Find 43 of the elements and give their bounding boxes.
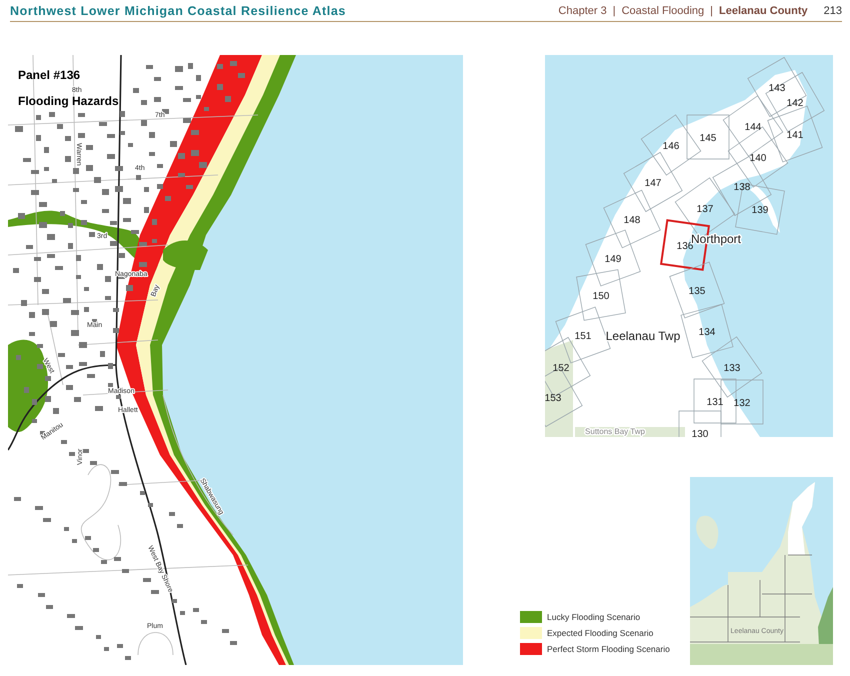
panel-outline[interactable]	[712, 156, 772, 216]
panel-number: 136	[676, 241, 694, 252]
panel-number: 151	[574, 331, 592, 342]
panel-number: 131	[706, 397, 724, 408]
panel-title: Panel #136	[18, 68, 80, 82]
panel-number: 133	[724, 363, 740, 374]
place-label: Suttons Bay Twp	[585, 427, 645, 436]
panel-number: 141	[786, 130, 804, 141]
breadcrumb-item: Coastal Flooding	[622, 4, 704, 16]
map-subtitle: Flooding Hazards	[18, 94, 119, 108]
panel-number: 150	[592, 291, 610, 302]
page-number: 213	[824, 4, 842, 16]
breadcrumb-item: Chapter 3	[558, 4, 607, 16]
panel-number: 142	[786, 98, 804, 109]
panel-outline[interactable]	[669, 262, 725, 318]
panel-number: 132	[734, 398, 750, 409]
panel-number: 153	[545, 393, 562, 404]
panel-number: 137	[696, 204, 714, 215]
panel-number: 148	[624, 215, 640, 226]
legend-label: Perfect Storm Flooding Scenario	[547, 644, 670, 654]
legend-label: Lucky Flooding Scenario	[547, 612, 640, 622]
breadcrumb-item: Leelanau County	[719, 4, 808, 16]
panel-number: 139	[752, 205, 768, 216]
atlas-title: Northwest Lower Michigan Coastal Resilience Atlas	[10, 4, 346, 18]
panel-number: 130	[692, 429, 708, 437]
panel-number: 140	[750, 153, 766, 164]
panel-number: 147	[644, 178, 662, 189]
panel-outline[interactable]	[735, 183, 785, 235]
panel-outline[interactable]	[765, 72, 825, 132]
panel-number: 149	[604, 254, 622, 265]
panel-number: 145	[700, 133, 716, 144]
breadcrumb-separator: |	[612, 4, 616, 16]
place-label: Leelanau Twp	[606, 329, 680, 343]
panel-number: 135	[688, 286, 706, 297]
panel-number: 143	[768, 83, 786, 94]
panel-number: 146	[662, 141, 680, 152]
panel-number: 144	[744, 122, 762, 133]
panel-number: 138	[734, 182, 750, 193]
breadcrumb-separator: |	[710, 4, 714, 16]
panel-number: 134	[698, 327, 716, 338]
legend-label: Expected Flooding Scenario	[547, 628, 654, 638]
panel-outline[interactable]	[678, 410, 722, 437]
panel-number: 152	[552, 363, 570, 374]
